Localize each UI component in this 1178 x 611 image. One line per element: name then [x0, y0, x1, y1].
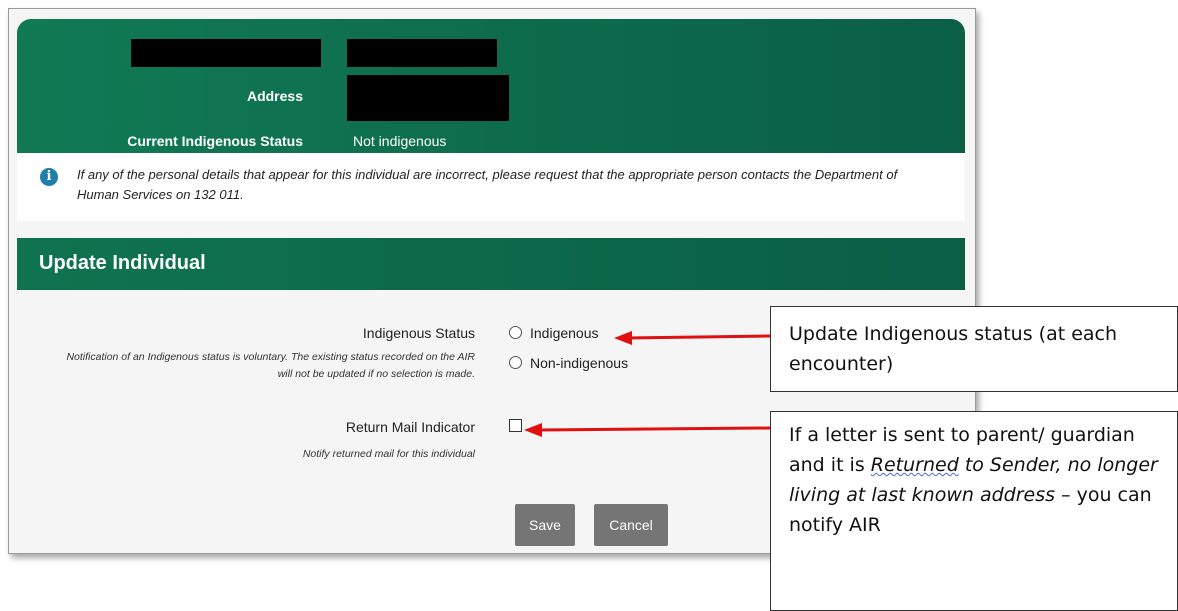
redacted-address-value [347, 75, 509, 121]
return-mail-label: Return Mail Indicator [345, 419, 475, 435]
redacted-name-label [131, 39, 321, 67]
callout-indigenous-status: Update Indigenous status (at each encoun… [770, 306, 1178, 392]
return-mail-help: Notify returned mail for this individual [302, 448, 475, 460]
section-title: Update Individual [39, 252, 206, 274]
radio-circle-icon[interactable] [509, 356, 522, 369]
radio-non-indigenous-label: Non-indigenous [530, 355, 629, 371]
return-mail-checkbox[interactable] [509, 419, 522, 432]
indigenous-status-label: Indigenous Status [362, 325, 475, 341]
radio-indigenous[interactable]: Indigenous [509, 325, 599, 341]
radio-circle-icon[interactable] [509, 326, 522, 339]
info-notice: i If any of the personal details that ap… [17, 153, 965, 221]
info-message: If any of the personal details that appe… [77, 167, 898, 202]
redacted-name-value [347, 39, 497, 67]
callout-indigenous-text: Update Indigenous status (at each encoun… [789, 323, 1118, 375]
current-indigenous-status-value: Not indigenous [353, 133, 447, 149]
update-individual-header: Update Individual [17, 238, 965, 290]
info-icon: i [40, 168, 58, 186]
radio-non-indigenous[interactable]: Non-indigenous [509, 355, 628, 371]
callout-returned-word: Returned [870, 454, 959, 476]
individual-details-header: Address Current Indigenous Status Not in… [17, 19, 965, 153]
current-indigenous-status-label: Current Indigenous Status [127, 133, 303, 149]
indigenous-status-help: Notification of an Indigenous status is … [66, 351, 475, 380]
cancel-button[interactable]: Cancel [594, 504, 668, 546]
radio-indigenous-label: Indigenous [530, 325, 599, 341]
save-button[interactable]: Save [515, 504, 575, 546]
callout-return-mail: If a letter is sent to parent/ guardian … [770, 411, 1178, 611]
address-label: Address [246, 88, 303, 104]
